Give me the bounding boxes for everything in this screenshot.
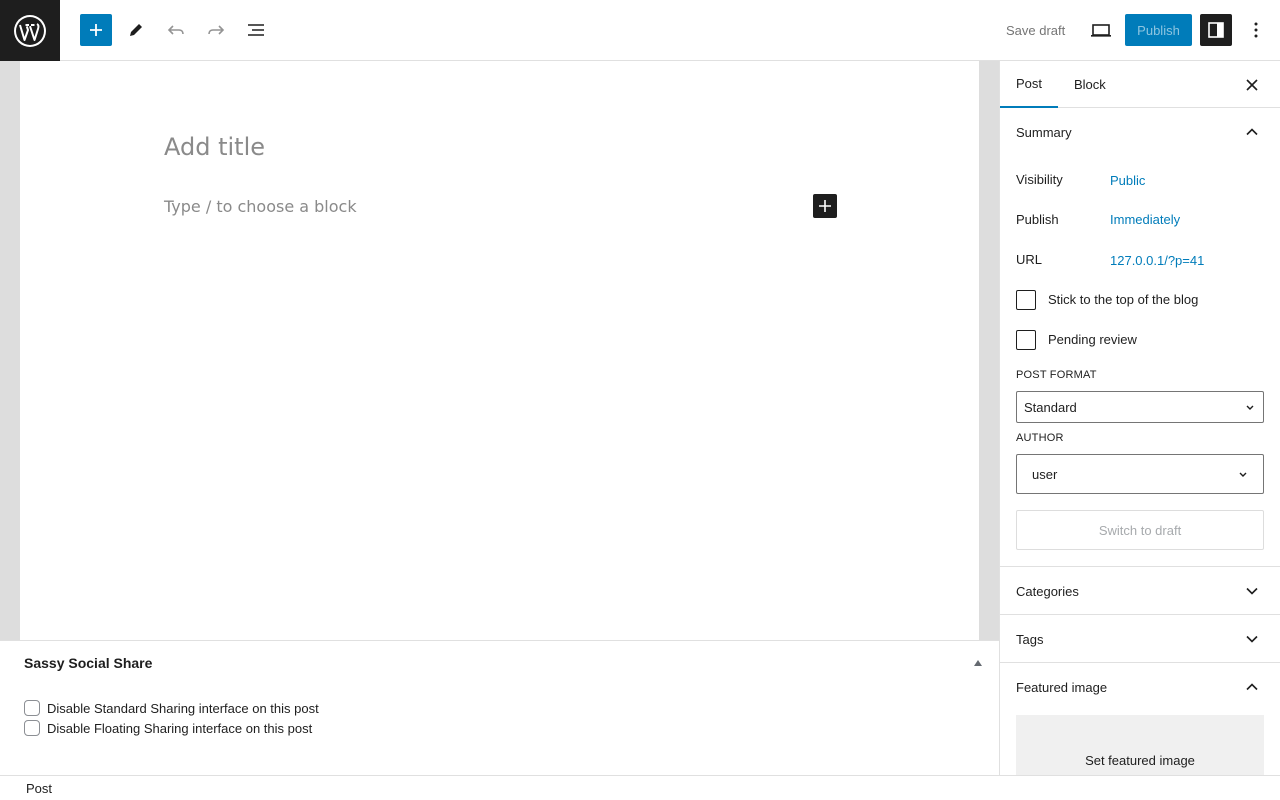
summary-panel-title: Summary — [1016, 124, 1072, 140]
tags-panel-toggle[interactable]: Tags — [1000, 615, 1280, 663]
options-menu-button[interactable] — [1240, 14, 1272, 46]
disable-floating-sharing-label: Disable Floating Sharing interface on th… — [47, 720, 313, 736]
block-appender[interactable]: Type / to choose a block — [164, 197, 357, 216]
list-view-button[interactable] — [240, 14, 272, 46]
tab-block[interactable]: Block — [1058, 61, 1122, 108]
settings-sidebar: Post Block Summary Visibility Public Pub… — [999, 61, 1280, 775]
stick-to-top-checkbox[interactable] — [1016, 290, 1036, 310]
settings-toggle-button[interactable] — [1200, 14, 1232, 46]
disable-standard-sharing-option[interactable]: Disable Standard Sharing interface on th… — [24, 700, 319, 716]
pending-review-label: Pending review — [1048, 332, 1137, 347]
chevron-down-icon — [1246, 405, 1254, 410]
breadcrumb-post[interactable]: Post — [26, 781, 52, 796]
author-label: AUTHOR — [1016, 432, 1064, 444]
disable-floating-sharing-checkbox[interactable] — [24, 720, 40, 736]
editor-header: Save draft Publish — [0, 0, 1280, 61]
wordpress-icon — [14, 14, 46, 47]
desktop-icon — [1091, 24, 1111, 37]
chevron-up-icon — [1246, 683, 1258, 691]
editor-canvas: Add title Type / to choose a block — [20, 61, 979, 640]
switch-to-draft-button[interactable]: Switch to draft — [1016, 510, 1264, 550]
pencil-icon — [130, 24, 142, 36]
triangle-up-icon[interactable] — [973, 658, 983, 668]
stick-to-top-label: Stick to the top of the blog — [1048, 292, 1199, 307]
footer-breadcrumb-bar: Post — [0, 775, 1280, 800]
sidebar-icon — [1208, 22, 1224, 38]
chevron-down-icon — [1239, 472, 1247, 477]
author-select[interactable]: user — [1016, 454, 1264, 494]
editor-canvas-area: Add title Type / to choose a block — [0, 61, 999, 640]
publish-button[interactable]: Publish — [1125, 14, 1192, 46]
summary-panel-toggle[interactable]: Summary — [1000, 108, 1280, 156]
disable-standard-sharing-label: Disable Standard Sharing interface on th… — [47, 700, 319, 716]
plus-icon — [819, 200, 831, 212]
wordpress-logo-button[interactable] — [0, 0, 60, 61]
preview-button[interactable] — [1085, 14, 1117, 46]
redo-icon — [208, 25, 225, 35]
block-inserter-button[interactable] — [80, 14, 112, 46]
publish-date-button[interactable]: Immediately — [1110, 212, 1180, 227]
set-featured-image-button[interactable]: Set featured image — [1016, 715, 1264, 775]
disable-standard-sharing-checkbox[interactable] — [24, 700, 40, 716]
close-icon — [1246, 79, 1258, 91]
close-sidebar-button[interactable] — [1240, 73, 1264, 97]
url-value-button[interactable]: 127.0.0.1/?p=41 — [1110, 253, 1204, 268]
pending-review-checkbox[interactable] — [1016, 330, 1036, 350]
undo-icon — [167, 25, 184, 35]
chevron-up-icon — [1246, 128, 1258, 136]
post-format-label: POST FORMAT — [1016, 369, 1097, 381]
more-vertical-icon — [1254, 22, 1258, 38]
disable-floating-sharing-option[interactable]: Disable Floating Sharing interface on th… — [24, 720, 312, 736]
author-value: user — [1032, 466, 1058, 482]
featured-image-panel-title: Featured image — [1016, 679, 1108, 695]
categories-panel-toggle[interactable]: Categories — [1000, 567, 1280, 615]
visibility-value-button[interactable]: Public — [1110, 173, 1145, 188]
tab-post[interactable]: Post — [1000, 61, 1059, 108]
sidebar-tabs: Post Block — [1000, 61, 1280, 108]
tools-button[interactable] — [120, 14, 152, 46]
post-format-select[interactable]: Standard — [1016, 391, 1264, 423]
post-title-input[interactable]: Add title — [164, 133, 265, 161]
metabox-title[interactable]: Sassy Social Share — [24, 655, 152, 671]
list-view-icon — [248, 24, 264, 36]
chevron-down-icon — [1246, 587, 1258, 595]
plus-icon — [90, 24, 102, 36]
visibility-label: Visibility — [1016, 172, 1063, 187]
publish-label: Publish — [1016, 212, 1059, 227]
redo-button[interactable] — [200, 14, 232, 46]
featured-image-panel-toggle[interactable]: Featured image — [1000, 663, 1280, 711]
add-block-button[interactable] — [813, 194, 837, 218]
undo-button[interactable] — [160, 14, 192, 46]
url-label: URL — [1016, 252, 1043, 267]
save-draft-button[interactable]: Save draft — [996, 14, 1075, 46]
post-format-value: Standard — [1024, 399, 1077, 415]
chevron-down-icon — [1246, 635, 1258, 643]
sassy-social-share-metabox: Sassy Social Share Disable Standard Shar… — [0, 640, 999, 775]
tags-panel-title: Tags — [1016, 631, 1044, 647]
categories-panel-title: Categories — [1016, 583, 1079, 599]
